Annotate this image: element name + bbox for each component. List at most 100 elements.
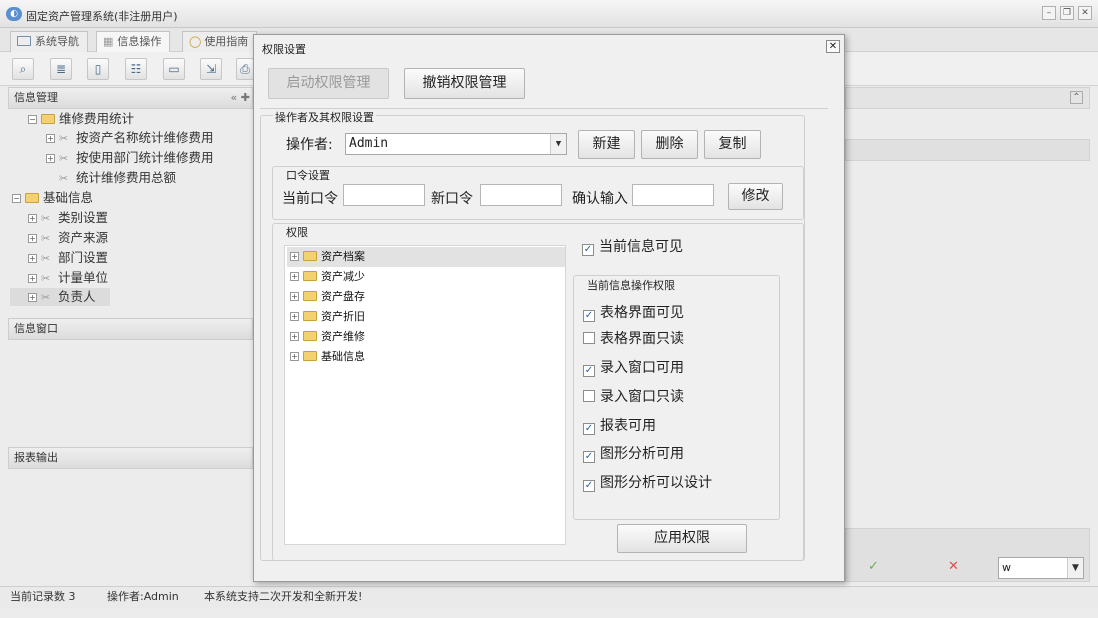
perm-tree-label: 资产减少 (321, 270, 365, 283)
perm-tree-item[interactable]: + 基础信息 (287, 347, 565, 367)
tab-label: 使用指南 (204, 35, 249, 48)
apply-permission-button[interactable]: 应用权限 (617, 524, 747, 553)
copy-button[interactable]: 复制 (704, 130, 761, 159)
x-icon[interactable]: ✕ (948, 559, 959, 574)
confirm-password-label: 确认输入 (572, 191, 628, 207)
grid-header (845, 139, 1090, 161)
perm-tree-item[interactable]: + 资产盘存 (287, 287, 565, 307)
collapse-icon[interactable]: − (28, 115, 37, 124)
search-icon[interactable]: ⌕ (12, 58, 34, 80)
close-window-button[interactable]: ✕ (1078, 6, 1092, 20)
group-label: 口令设置 (284, 167, 332, 183)
delete-button[interactable]: 删除 (641, 130, 698, 159)
expand-icon[interactable]: + (46, 154, 55, 163)
panel-title: 信息管理 (14, 91, 58, 104)
expand-icon[interactable]: + (290, 312, 299, 321)
perm-tree-item[interactable]: + 资产折旧 (287, 307, 565, 327)
document-icon[interactable]: ▯ (87, 58, 109, 80)
right-panel-header: ⌃ (845, 87, 1090, 109)
checkbox-box[interactable]: ✓ (583, 423, 595, 435)
enable-permission-button[interactable]: 启动权限管理 (268, 68, 389, 99)
status-bar: 当前记录数 3 操作者:Admin 本系统支持二次开发和全新开发! (0, 586, 1098, 608)
tools-icon: ✂ (59, 132, 69, 145)
checkbox-box[interactable] (583, 332, 595, 344)
expand-icon[interactable]: + (28, 293, 37, 302)
checkbox-box[interactable]: ✓ (583, 365, 595, 377)
chevron-down-icon: ▼ (1067, 558, 1083, 578)
check-icon[interactable]: ✓ (868, 559, 879, 574)
select-value: Admin (349, 136, 389, 151)
checkbox-box[interactable]: ✓ (583, 451, 595, 463)
expand-icon[interactable]: + (28, 274, 37, 283)
tree-item[interactable]: ✂ 统计维修费用总额 (59, 169, 176, 187)
checkbox-box[interactable]: ✓ (583, 310, 595, 322)
expand-icon[interactable]: + (290, 332, 299, 341)
window-icon[interactable]: ▭ (163, 58, 185, 80)
op-checkbox[interactable]: ✓ 表格界面可见 (583, 305, 684, 322)
filter-select[interactable]: w ▼ (998, 557, 1084, 579)
export-icon[interactable]: ⇲ (200, 58, 222, 80)
expand-icon[interactable]: + (290, 272, 299, 281)
tree-item[interactable]: + ✂ 按资产名称统计维修费用 (46, 129, 214, 147)
print-icon[interactable]: ⎙ (236, 58, 254, 80)
group-label: 操作者及其权限设置 (273, 109, 376, 125)
tree-item[interactable]: + ✂ 资产来源 (28, 229, 108, 247)
tree-item-selected[interactable]: + ✂ 负责人 (10, 288, 110, 306)
tree-item[interactable]: + ✂ 计量单位 (28, 269, 108, 287)
panel-title: 信息窗口 (14, 322, 58, 335)
tree-item-label: 计量单位 (58, 270, 109, 285)
op-checkbox[interactable]: ✓ 图形分析可用 (583, 446, 684, 463)
tree-item[interactable]: − 维修费用统计 (28, 110, 134, 128)
collapse-icon[interactable]: − (12, 194, 21, 203)
op-checkbox[interactable]: 表格界面只读 (583, 331, 684, 347)
new-password-input[interactable] (480, 184, 562, 206)
tab-info-ops[interactable]: ▦ 信息操作 (96, 31, 171, 52)
right-bottom-toolbar: ✓ ✕ w ▼ (845, 528, 1090, 582)
tree-item[interactable]: + ✂ 类别设置 (28, 209, 108, 227)
users-icon[interactable]: ☷ (125, 58, 147, 80)
expand-icon[interactable]: + (290, 352, 299, 361)
folder-icon (303, 251, 317, 261)
current-visible-checkbox[interactable]: ✓ 当前信息可见 (582, 239, 683, 256)
tab-system-nav[interactable]: 系统导航 (10, 31, 88, 52)
folder-icon (303, 311, 317, 321)
modify-button[interactable]: 修改 (728, 183, 783, 210)
minimize-button[interactable]: – (1042, 6, 1056, 20)
expand-icon[interactable]: + (28, 234, 37, 243)
folder-icon (303, 331, 317, 341)
current-password-label: 当前口令 (282, 191, 338, 207)
perm-tree-item[interactable]: + 资产减少 (287, 267, 565, 287)
tree-item[interactable]: + ✂ 部门设置 (28, 249, 108, 267)
collapse-icon[interactable]: « ✚ (231, 88, 250, 108)
expand-icon[interactable]: + (290, 292, 299, 301)
tools-icon: ✂ (41, 252, 51, 265)
current-password-input[interactable] (343, 184, 425, 206)
checkbox-box[interactable] (583, 390, 595, 402)
expand-icon[interactable]: + (28, 214, 37, 223)
expand-icon[interactable]: + (28, 254, 37, 263)
restore-button[interactable]: ❐ (1060, 6, 1074, 20)
perm-tree-item[interactable]: + 资产档案 (287, 247, 565, 267)
expand-icon[interactable]: + (46, 134, 55, 143)
list-icon[interactable]: ≣ (50, 58, 72, 80)
tree-item[interactable]: + ✂ 按使用部门统计维修费用 (46, 149, 214, 167)
group-label: 权限 (284, 224, 310, 240)
new-button[interactable]: 新建 (578, 130, 635, 159)
close-icon[interactable]: ✕ (826, 40, 840, 53)
select-value: w (1002, 561, 1011, 574)
tab-usage-guide[interactable]: ◯ 使用指南 (182, 31, 258, 52)
revoke-permission-button[interactable]: 撤销权限管理 (404, 68, 525, 99)
op-checkbox[interactable]: ✓ 录入窗口可用 (583, 360, 684, 377)
operator-select[interactable]: Admin ▼ (345, 133, 567, 155)
collapse-up-icon[interactable]: ⌃ (1070, 91, 1083, 104)
checkbox-box[interactable]: ✓ (583, 480, 595, 492)
tree-item[interactable]: − 基础信息 (12, 189, 93, 207)
tree-item-label: 按资产名称统计维修费用 (76, 130, 214, 145)
expand-icon[interactable]: + (290, 252, 299, 261)
checkbox-box[interactable]: ✓ (582, 244, 594, 256)
confirm-password-input[interactable] (632, 184, 714, 206)
perm-tree-item[interactable]: + 资产维修 (287, 327, 565, 347)
op-checkbox[interactable]: ✓ 报表可用 (583, 418, 656, 435)
op-checkbox[interactable]: 录入窗口只读 (583, 389, 684, 405)
op-checkbox[interactable]: ✓ 图形分析可以设计 (583, 475, 712, 492)
